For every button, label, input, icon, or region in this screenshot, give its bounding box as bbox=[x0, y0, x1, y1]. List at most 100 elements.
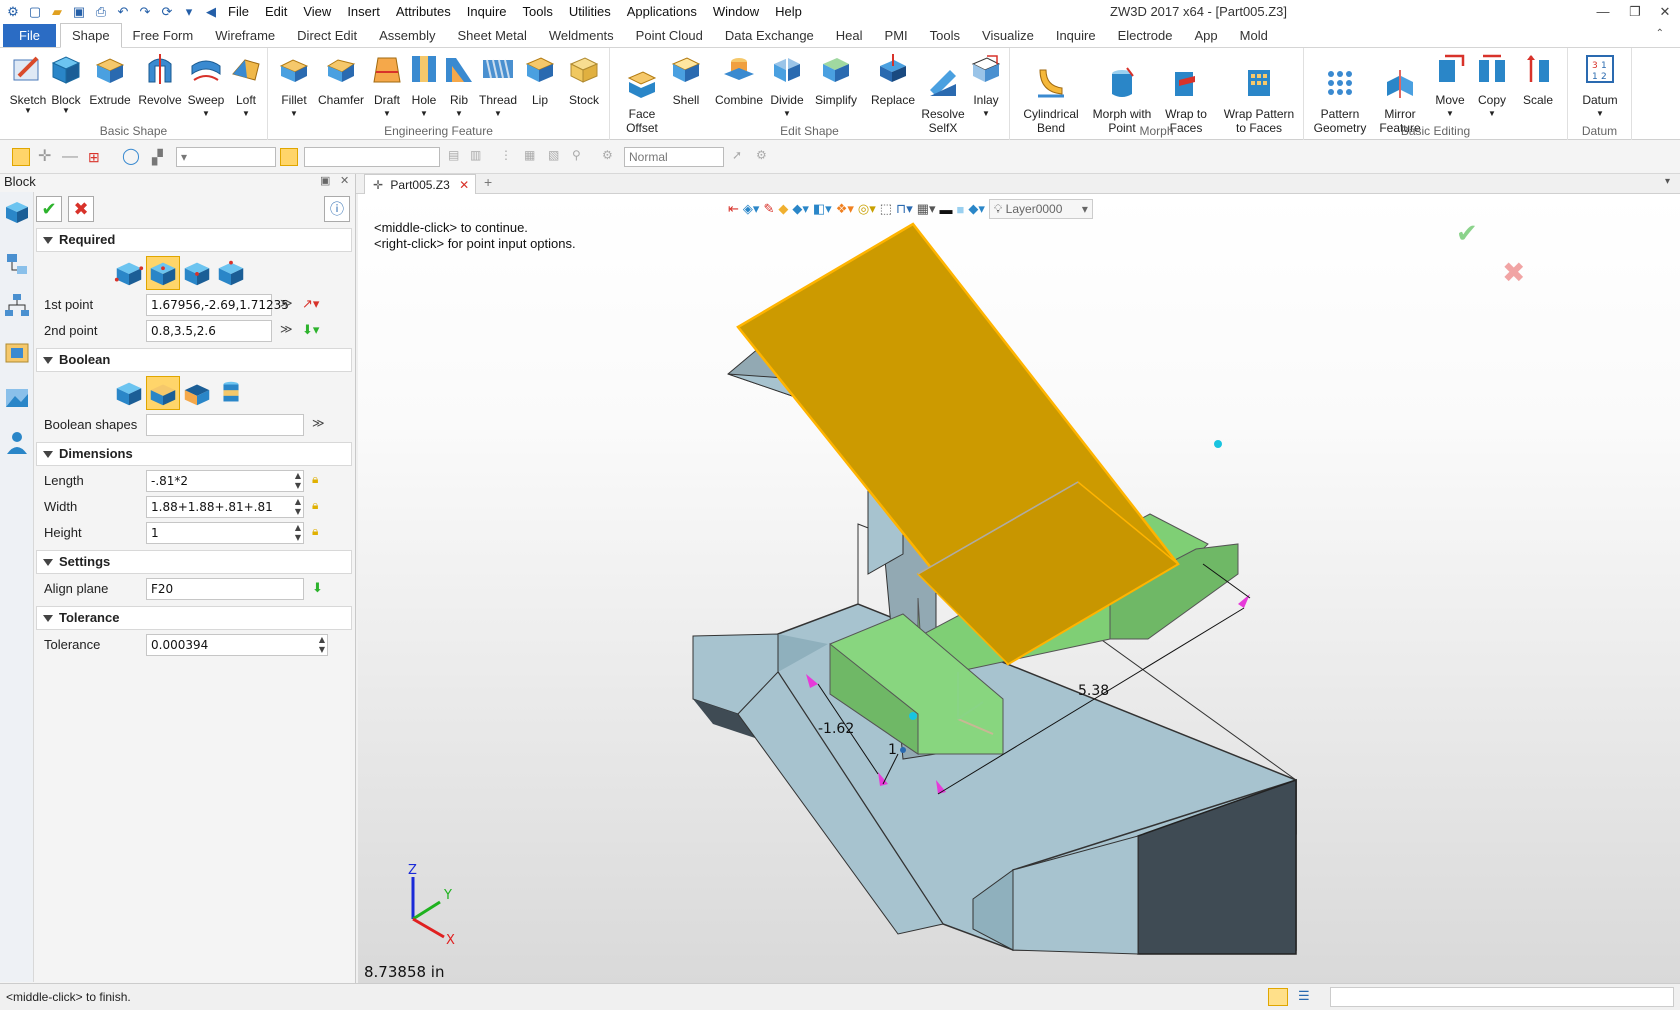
redo-icon[interactable]: ↷ bbox=[136, 3, 154, 21]
restore-button[interactable]: ❐ bbox=[1624, 2, 1646, 22]
tab-list-icon[interactable]: ▾ bbox=[1665, 176, 1670, 187]
block-two-points-icon[interactable] bbox=[112, 256, 146, 290]
block-corner-icon[interactable] bbox=[214, 256, 248, 290]
sweep-button[interactable]: Sweep ▼ bbox=[184, 52, 228, 121]
ok-button[interactable]: ✔ bbox=[36, 196, 62, 222]
move-button[interactable]: Move ▼ bbox=[1428, 52, 1472, 121]
status-layout-icon[interactable] bbox=[1268, 988, 1288, 1006]
extrude-button[interactable]: Extrude bbox=[88, 52, 132, 107]
second-point-input[interactable]: 0.8,3.5,2.6 bbox=[146, 320, 272, 342]
document-tab[interactable]: ✛ Part005.Z3 ✕ bbox=[364, 174, 476, 195]
ribbon-collapse-icon[interactable]: ⌃ bbox=[1656, 28, 1664, 39]
copy-dropdown-icon[interactable]: ▼ bbox=[1472, 107, 1512, 121]
new-file-icon[interactable]: ▢ bbox=[26, 3, 44, 21]
rib-button[interactable]: Rib ▼ bbox=[442, 52, 476, 121]
image-gallery-icon[interactable] bbox=[3, 384, 31, 412]
snap-icon[interactable] bbox=[280, 148, 298, 166]
tab-visualize[interactable]: Visualize bbox=[971, 24, 1045, 47]
menu-window[interactable]: Window bbox=[705, 0, 767, 24]
boolean-shapes-input[interactable] bbox=[146, 414, 304, 436]
point-snap-icon[interactable]: ⬇▾ bbox=[302, 322, 319, 338]
add-icon[interactable]: ✛ bbox=[38, 148, 56, 166]
divide-button[interactable]: Divide ▼ bbox=[766, 52, 808, 121]
quick-access-dropdown-icon[interactable]: ▾ bbox=[180, 3, 198, 21]
tab-file[interactable]: File bbox=[3, 24, 56, 47]
boolean-section-header[interactable]: Boolean bbox=[36, 348, 352, 372]
doc-tab-close-icon[interactable]: ✕ bbox=[459, 178, 469, 192]
rib-dropdown-icon[interactable]: ▼ bbox=[442, 107, 476, 121]
menu-tools[interactable]: Tools bbox=[515, 0, 561, 24]
pick-filter-icon[interactable] bbox=[12, 148, 30, 166]
first-point-input[interactable]: 1.67956,-2.69,1.71235 bbox=[146, 294, 289, 316]
spinner-icon[interactable]: ▲ ▼ bbox=[295, 523, 301, 543]
menu-help[interactable]: Help bbox=[767, 0, 810, 24]
menu-insert[interactable]: Insert bbox=[339, 0, 388, 24]
datum-dropdown-icon[interactable]: ▼ bbox=[1574, 107, 1626, 121]
expand-chevron-icon[interactable]: ≫ bbox=[280, 296, 293, 310]
3d-viewport[interactable]: <middle-click> to continue. <right-click… bbox=[358, 194, 1680, 983]
status-list-icon[interactable]: ☰ bbox=[1298, 988, 1318, 1006]
required-section-header[interactable]: Required bbox=[36, 228, 352, 252]
draft-dropdown-icon[interactable]: ▼ bbox=[368, 107, 406, 121]
new-tab-icon[interactable]: + bbox=[484, 174, 492, 190]
align-plane-input[interactable]: F20 bbox=[146, 578, 304, 600]
selected-face[interactable] bbox=[736, 222, 1180, 666]
datum-button[interactable]: 3112 Datum ▼ bbox=[1574, 52, 1626, 121]
block-dropdown-icon[interactable]: ▼ bbox=[62, 106, 70, 115]
info-button[interactable]: ⓘ bbox=[324, 196, 350, 222]
plane-picker-icon[interactable]: ⬇ bbox=[312, 580, 323, 596]
model-canvas[interactable]: -1.62 5.38 1 Z Y X bbox=[358, 194, 1680, 983]
dim-length-label[interactable]: -1.62 bbox=[818, 721, 854, 737]
sweep-dropdown-icon[interactable]: ▼ bbox=[184, 107, 228, 121]
dim-height-label[interactable]: 1 bbox=[888, 742, 897, 758]
replace-button[interactable]: Replace bbox=[866, 52, 920, 107]
divide-dropdown-icon[interactable]: ▼ bbox=[766, 107, 808, 121]
hole-dropdown-icon[interactable]: ▼ bbox=[406, 107, 442, 121]
height-input[interactable]: 1 ▲ ▼ bbox=[146, 522, 304, 544]
boolean-base-icon[interactable] bbox=[112, 376, 146, 410]
minimize-button[interactable]: — bbox=[1592, 2, 1614, 22]
history-tree-icon[interactable] bbox=[3, 250, 31, 278]
tab-assembly[interactable]: Assembly bbox=[368, 24, 446, 47]
fillet-button[interactable]: Fillet ▼ bbox=[272, 52, 316, 121]
dimensions-section-header[interactable]: Dimensions bbox=[36, 442, 352, 466]
menu-inquire[interactable]: Inquire bbox=[459, 0, 515, 24]
render-mode-combo[interactable]: Normal bbox=[624, 147, 724, 167]
snap-combo[interactable] bbox=[304, 147, 440, 167]
menu-view[interactable]: View bbox=[295, 0, 339, 24]
point-picker-icon[interactable]: ↗▾ bbox=[302, 296, 319, 312]
menu-edit[interactable]: Edit bbox=[257, 0, 295, 24]
table-icon[interactable]: ▧ bbox=[548, 148, 566, 166]
tab-electrode[interactable]: Electrode bbox=[1107, 24, 1184, 47]
cancel-button[interactable]: ✖ bbox=[68, 196, 94, 222]
tolerance-section-header[interactable]: Tolerance bbox=[36, 606, 352, 630]
open-folder-icon[interactable]: ▰ bbox=[48, 3, 66, 21]
sketch-dropdown-icon[interactable]: ▼ bbox=[24, 106, 32, 115]
menu-file[interactable]: File bbox=[220, 0, 257, 24]
spinner-icon[interactable]: ▲ ▼ bbox=[295, 471, 301, 491]
tab-app[interactable]: App bbox=[1184, 24, 1229, 47]
tab-tools[interactable]: Tools bbox=[919, 24, 971, 47]
tab-direct-edit[interactable]: Direct Edit bbox=[286, 24, 368, 47]
boolean-add-icon[interactable] bbox=[146, 376, 180, 410]
thread-dropdown-icon[interactable]: ▼ bbox=[476, 107, 520, 121]
length-input[interactable]: -.81*2 ▲ ▼ bbox=[146, 470, 304, 492]
tab-pmi[interactable]: PMI bbox=[874, 24, 919, 47]
boolean-remove-icon[interactable] bbox=[180, 376, 214, 410]
back-arrow-icon[interactable]: ◀ bbox=[202, 3, 220, 21]
move-dropdown-icon[interactable]: ▼ bbox=[1428, 107, 1472, 121]
tab-sheet-metal[interactable]: Sheet Metal bbox=[447, 24, 538, 47]
spinner-icon[interactable]: ▲ ▼ bbox=[319, 635, 325, 655]
tab-wireframe[interactable]: Wireframe bbox=[204, 24, 286, 47]
spinner-icon[interactable]: ▲ ▼ bbox=[295, 497, 301, 517]
combine-button[interactable]: Combine bbox=[712, 52, 766, 107]
cursor-icon[interactable]: ➚ bbox=[732, 148, 750, 166]
tab-weldments[interactable]: Weldments bbox=[538, 24, 625, 47]
render-settings-icon[interactable]: ⚙ bbox=[602, 148, 620, 166]
tab-data-exchange[interactable]: Data Exchange bbox=[714, 24, 825, 47]
sketch-button[interactable]: Sketch bbox=[6, 52, 50, 107]
print-preview-icon[interactable]: ▥ bbox=[470, 148, 488, 166]
panel-pin-icon[interactable]: ▣ bbox=[320, 174, 330, 187]
menu-applications[interactable]: Applications bbox=[619, 0, 705, 24]
tab-point-cloud[interactable]: Point Cloud bbox=[625, 24, 714, 47]
